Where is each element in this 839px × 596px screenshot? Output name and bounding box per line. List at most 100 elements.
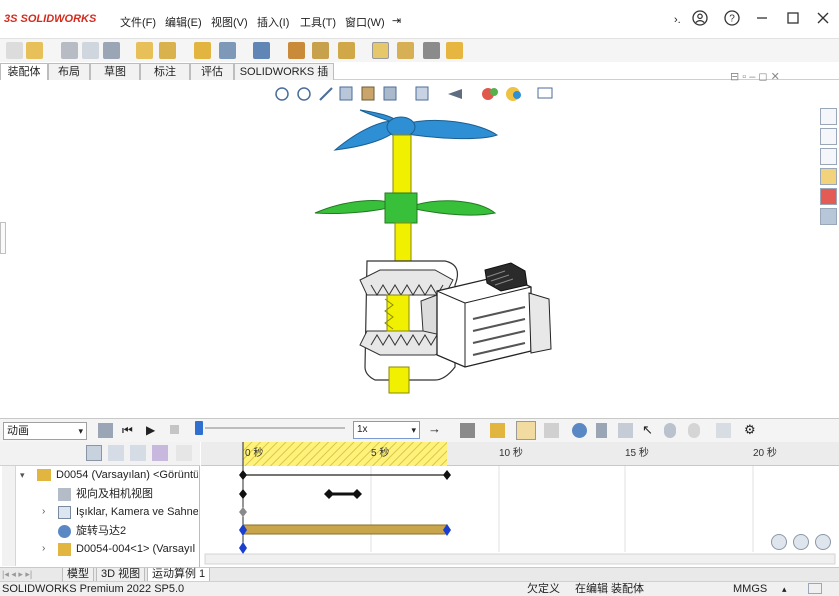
logo-text: SOLIDWORKS bbox=[20, 13, 97, 25]
units-dropdown-icon[interactable]: ▴ bbox=[782, 582, 787, 596]
tab-layout[interactable]: 布局 bbox=[48, 63, 90, 80]
play-from-start-icon[interactable]: ⏮ bbox=[122, 423, 133, 438]
status-definition: 欠定义 bbox=[527, 583, 560, 595]
filter-collapse-icon[interactable] bbox=[176, 445, 192, 461]
tree-row-label: Işıklar, Kamera ve Sahne bbox=[76, 506, 198, 518]
tab-scroll-arrows[interactable]: |◂ ◂ ▸ ▸| bbox=[2, 569, 32, 580]
zoom-out-icon[interactable] bbox=[815, 534, 831, 550]
add-key-icon[interactable] bbox=[544, 423, 559, 438]
help-icon[interactable]: ? bbox=[722, 10, 742, 30]
menu-insert[interactable]: 插入(I) bbox=[257, 14, 289, 30]
take-snapshot-icon[interactable] bbox=[423, 42, 440, 59]
zoom-to-fit-icon[interactable] bbox=[771, 534, 787, 550]
appearances-icon[interactable] bbox=[820, 188, 837, 205]
home-icon[interactable] bbox=[820, 108, 837, 125]
play-icon[interactable]: ▶ bbox=[146, 423, 155, 437]
assembly-model[interactable] bbox=[305, 105, 565, 400]
tree-row[interactable]: › D0054-004<1> (Varsayıl bbox=[0, 540, 198, 558]
menu-view[interactable]: 视图(V) bbox=[211, 14, 248, 30]
resize-grip-icon[interactable] bbox=[808, 583, 822, 594]
timeline-tracks[interactable] bbox=[201, 442, 839, 567]
heads-up-view-toolbar[interactable] bbox=[270, 83, 570, 105]
design-library-icon[interactable] bbox=[820, 128, 837, 145]
tree-expander[interactable]: › bbox=[42, 503, 45, 521]
save-animation-icon[interactable] bbox=[460, 423, 475, 438]
show-hidden-components-icon[interactable] bbox=[194, 42, 211, 59]
animation-wizard-icon[interactable] bbox=[490, 423, 505, 438]
tree-row-label: 旋转马达2 bbox=[76, 525, 127, 537]
tab-sketch[interactable]: 草图 bbox=[90, 63, 140, 80]
autokey-icon[interactable] bbox=[516, 421, 536, 440]
force-icon[interactable] bbox=[664, 423, 676, 438]
instant3d-icon[interactable] bbox=[372, 42, 389, 59]
lights-scene-icon bbox=[58, 506, 71, 519]
move-component-icon[interactable] bbox=[159, 42, 176, 59]
filter-animated-icon[interactable] bbox=[86, 445, 102, 461]
tab-evaluate[interactable]: 评估 bbox=[190, 63, 234, 80]
tab-markup[interactable]: 标注 bbox=[140, 63, 190, 80]
menu-window[interactable]: 窗口(W) bbox=[345, 14, 385, 30]
filter-results-icon[interactable] bbox=[152, 445, 168, 461]
view-palette-icon[interactable] bbox=[820, 168, 837, 185]
stop-icon[interactable] bbox=[170, 425, 179, 434]
tree-row[interactable]: 旋转马达2 bbox=[0, 522, 198, 540]
playback-mode-icon[interactable]: → bbox=[428, 421, 441, 436]
tree-row-label: 视向及相机视图 bbox=[76, 488, 153, 500]
edit-component-icon[interactable] bbox=[6, 42, 23, 59]
calculate-icon[interactable] bbox=[98, 423, 113, 438]
study-properties-gear-icon[interactable]: ⚙ bbox=[744, 422, 756, 438]
zoom-in-icon[interactable] bbox=[793, 534, 809, 550]
tree-row[interactable]: › Işıklar, Kamera ve Sahne bbox=[0, 503, 198, 521]
study-type-select[interactable]: 动画 ▾ bbox=[3, 422, 87, 440]
custom-properties-icon[interactable] bbox=[820, 208, 837, 225]
new-motion-study-icon[interactable] bbox=[288, 42, 305, 59]
playback-slider-track[interactable] bbox=[205, 427, 345, 429]
close-button[interactable] bbox=[813, 10, 833, 30]
tab-solidworks-addins[interactable]: SOLIDWORKS 插件 bbox=[234, 63, 334, 94]
bill-of-materials-icon[interactable] bbox=[312, 42, 329, 59]
graphics-area[interactable]: ⊟ ▫ – ◻ ✕ bbox=[0, 71, 839, 416]
component-preview-icon[interactable] bbox=[82, 42, 99, 59]
filter-selected-icon[interactable] bbox=[130, 445, 146, 461]
tree-expander[interactable]: › bbox=[42, 540, 45, 558]
file-explorer-icon[interactable] bbox=[820, 148, 837, 165]
exploded-view-icon[interactable] bbox=[338, 42, 355, 59]
results-plots-icon[interactable] bbox=[716, 423, 731, 438]
tab-motion-study-1[interactable]: 运动算例 1 bbox=[147, 568, 211, 582]
minimize-button[interactable] bbox=[752, 10, 772, 30]
contact-icon[interactable] bbox=[618, 423, 633, 438]
menu-file[interactable]: 文件(F) bbox=[120, 14, 156, 30]
update-speedpak-icon[interactable] bbox=[397, 42, 414, 59]
tab-assembly[interactable]: 装配体 bbox=[0, 63, 48, 80]
spring-icon[interactable] bbox=[596, 423, 607, 438]
damper-icon[interactable] bbox=[688, 423, 700, 438]
menu-edit[interactable]: 编辑(E) bbox=[165, 14, 202, 30]
solidworks-logo[interactable]: 3S SOLIDWORKS bbox=[4, 13, 96, 25]
pin-menu-icon[interactable]: ⇥ bbox=[392, 14, 401, 27]
account-icon[interactable] bbox=[690, 10, 710, 30]
menu-overflow[interactable]: ›. bbox=[674, 14, 681, 26]
tab-3d-views[interactable]: 3D 视图 bbox=[96, 568, 146, 582]
tree-row[interactable]: 视向及相机视图 bbox=[0, 485, 198, 503]
motion-timeline[interactable]: 0 秒 5 秒 10 秒 15 秒 20 秒 bbox=[201, 442, 839, 567]
insert-components-icon[interactable] bbox=[26, 42, 43, 59]
maximize-button[interactable] bbox=[783, 10, 803, 30]
filter-driving-icon[interactable] bbox=[108, 445, 124, 461]
assembly-features-icon[interactable] bbox=[219, 42, 236, 59]
linear-pattern-icon[interactable] bbox=[103, 42, 120, 59]
doc-window-controls[interactable]: ⊟ ▫ – ◻ ✕ bbox=[730, 70, 780, 83]
tab-model[interactable]: 模型 bbox=[62, 568, 94, 582]
motor-icon[interactable] bbox=[572, 423, 587, 438]
tree-row[interactable]: ▾ ▾ D0054 (Varsayılan) <Görüntü bbox=[0, 466, 198, 484]
tree-scrollbar[interactable] bbox=[2, 466, 16, 566]
feature-tree-toggle[interactable] bbox=[0, 222, 6, 254]
large-assembly-mode-icon[interactable] bbox=[446, 42, 463, 59]
mate-icon[interactable] bbox=[61, 42, 78, 59]
playback-speed-select[interactable]: 1x ▾ bbox=[353, 421, 420, 439]
gravity-icon[interactable]: ↖ bbox=[642, 422, 653, 438]
status-units[interactable]: MMGS bbox=[733, 582, 767, 596]
playback-slider-thumb[interactable] bbox=[195, 421, 203, 435]
smart-fasteners-icon[interactable] bbox=[136, 42, 153, 59]
menu-tools[interactable]: 工具(T) bbox=[300, 14, 336, 30]
reference-geometry-icon[interactable] bbox=[253, 42, 270, 59]
